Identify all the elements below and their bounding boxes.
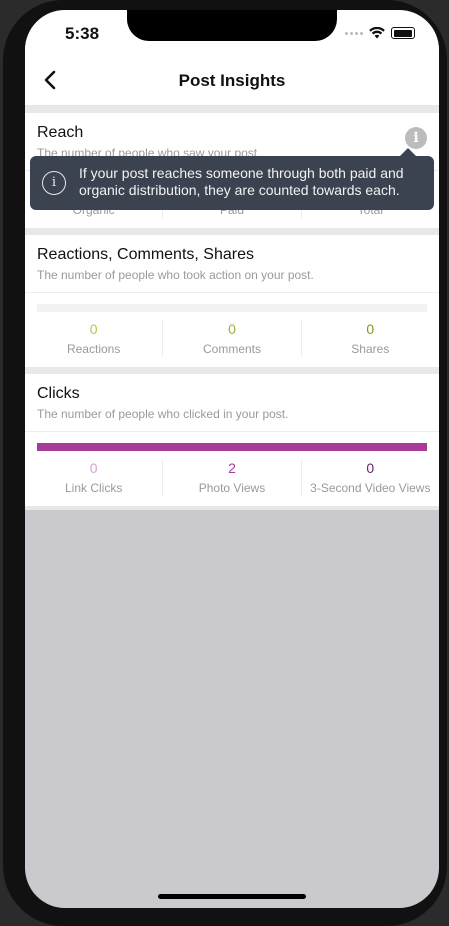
stat-value: 0 bbox=[89, 460, 98, 476]
engagement-stats: 0 Reactions 0 Comments 0 Shares bbox=[25, 312, 439, 367]
section-divider bbox=[25, 106, 439, 113]
stat-label: 3-Second Video Views bbox=[310, 481, 431, 495]
clicks-card: Clicks The number of people who clicked … bbox=[25, 374, 439, 506]
reach-info-tooltip: i If your post reaches someone through b… bbox=[30, 148, 434, 210]
stat-label: Link Clicks bbox=[64, 481, 123, 495]
section-divider bbox=[25, 367, 439, 374]
engagement-title: Reactions, Comments, Shares bbox=[37, 246, 254, 263]
stat-value: 0 bbox=[89, 321, 98, 337]
stat-reactions: 0 Reactions bbox=[25, 320, 164, 357]
page-title: Post Insights bbox=[178, 71, 286, 90]
clicks-stats: 0 Link Clicks 2 Photo Views 0 3-Second V… bbox=[25, 451, 439, 506]
wifi-icon bbox=[369, 27, 385, 39]
stat-link-clicks: 0 Link Clicks bbox=[25, 459, 164, 496]
tooltip-text: If your post reaches someone through bot… bbox=[79, 165, 404, 198]
reach-title: Reach bbox=[37, 124, 84, 141]
battery-icon bbox=[391, 27, 415, 39]
stat-label: Shares bbox=[351, 342, 390, 356]
stat-comments: 0 Comments bbox=[163, 320, 302, 357]
stat-label: Reactions bbox=[66, 342, 121, 356]
stat-value: 0 bbox=[228, 321, 236, 337]
section-divider bbox=[25, 228, 439, 235]
stat-value: 0 bbox=[366, 321, 375, 337]
clicks-title: Clicks bbox=[37, 385, 80, 402]
info-icon: i bbox=[42, 171, 66, 195]
section-divider bbox=[25, 506, 439, 510]
clicks-bar-fill bbox=[37, 443, 427, 451]
engagement-bar-wrap bbox=[25, 293, 439, 312]
stat-value: 0 bbox=[366, 460, 375, 476]
stat-value: 2 bbox=[228, 460, 236, 476]
clicks-subtitle: The number of people who clicked in your… bbox=[37, 407, 289, 421]
stat-shares: 0 Shares bbox=[302, 320, 439, 357]
status-time: 5:38 bbox=[65, 24, 100, 43]
clicks-header: Clicks The number of people who clicked … bbox=[25, 374, 439, 432]
engagement-card: Reactions, Comments, Shares The number o… bbox=[25, 235, 439, 367]
engagement-header: Reactions, Comments, Shares The number o… bbox=[25, 235, 439, 293]
info-icon[interactable]: i bbox=[405, 127, 427, 149]
home-indicator[interactable] bbox=[158, 894, 306, 899]
stat-photo-views: 2 Photo Views bbox=[163, 459, 302, 496]
signal-icon bbox=[345, 31, 363, 35]
notch bbox=[127, 10, 337, 41]
stat-video-views: 0 3-Second Video Views bbox=[302, 459, 439, 496]
status-icons bbox=[345, 27, 415, 39]
phone-frame: 5:38 Post Insights Reach The number of p… bbox=[3, 0, 447, 926]
clicks-bar-wrap bbox=[25, 432, 439, 451]
navigation-bar: Post Insights bbox=[25, 54, 439, 106]
stat-label: Comments bbox=[202, 342, 261, 356]
clicks-bar bbox=[37, 443, 427, 451]
stat-label: Photo Views bbox=[198, 481, 266, 495]
screen: 5:38 Post Insights Reach The number of p… bbox=[25, 10, 439, 908]
engagement-subtitle: The number of people who took action on … bbox=[37, 268, 314, 282]
engagement-bar bbox=[37, 304, 427, 312]
